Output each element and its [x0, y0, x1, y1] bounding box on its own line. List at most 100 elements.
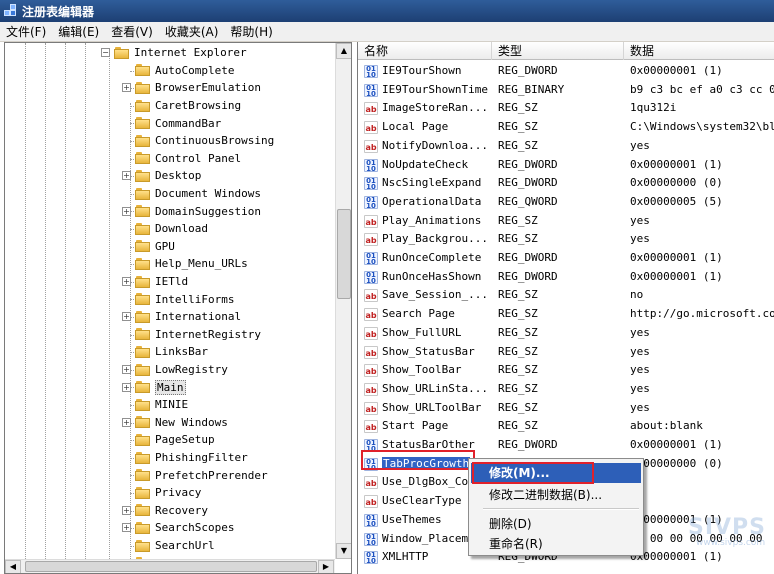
menu-item[interactable]: 文件(F) [0, 22, 52, 42]
context-menu-item[interactable]: 删除(D) [471, 514, 641, 534]
value-type: REG_DWORD [498, 438, 558, 451]
tree-node[interactable]: + Main [122, 378, 186, 396]
tree-node[interactable]: Help_Menu_URLs [122, 255, 248, 273]
value-row[interactable]: ab Local Page REG_SZ C:\Windows\system32\bl… [358, 118, 774, 137]
scroll-left-arrow-icon[interactable]: ◀ [5, 560, 21, 573]
tree-horizontal-scrollbar[interactable]: ◀ ▶ [5, 559, 335, 573]
scroll-down-arrow-icon[interactable]: ▼ [336, 543, 351, 559]
expand-icon[interactable]: + [122, 171, 131, 181]
value-row[interactable]: 01 10 OperationalData REG_QWORD 0x00000005 (… [358, 193, 774, 212]
value-row[interactable]: 01 10 RunOnceHasShown REG_DWORD 0x00000001 (… [358, 268, 774, 287]
tree-node[interactable]: PrefetchPrerender [122, 466, 268, 484]
expand-icon[interactable]: + [122, 277, 131, 287]
tree-node[interactable]: Control Panel [122, 150, 241, 168]
tree-node-internet-explorer[interactable]: − Internet Explorer [101, 44, 247, 62]
value-row[interactable]: 01 10 NoUpdateCheck REG_DWORD 0x00000001 (1) [358, 156, 774, 175]
window-title: 注册表编辑器 [22, 4, 95, 19]
expand-icon[interactable]: + [122, 505, 131, 515]
context-menu-item[interactable]: 修改(M)... [471, 463, 641, 483]
value-row[interactable]: 01 10 NscSingleExpand REG_DWORD 0x00000000 (… [358, 174, 774, 193]
tree-node[interactable]: + BrowserEmulation [122, 79, 261, 97]
expand-icon[interactable]: + [122, 312, 131, 322]
folder-icon [135, 433, 151, 446]
value-row[interactable]: 01 10 IE9TourShownTime REG_BINARY b9 c3 bc e… [358, 81, 774, 100]
binary-value-icon: 01 10 [364, 270, 378, 284]
menu-item[interactable]: 收藏夹(A) [159, 22, 225, 42]
value-name: Show_URLinSta... [382, 381, 488, 395]
value-row[interactable]: ab Show_URLinSta... REG_SZ yes [358, 380, 774, 399]
column-header-type[interactable]: 类型 [492, 42, 624, 60]
tree-node-label: InternetRegistry [155, 327, 261, 341]
expand-icon[interactable]: + [122, 365, 131, 375]
scroll-thumb[interactable] [337, 209, 351, 299]
scroll-up-arrow-icon[interactable]: ▲ [336, 43, 351, 59]
tree-node[interactable]: + LowRegistry [122, 361, 228, 379]
tree-node[interactable]: GPU [122, 238, 175, 256]
tree-node[interactable]: CaretBrowsing [122, 97, 241, 115]
value-row[interactable]: ab Play_Backgrou... REG_SZ yes [358, 230, 774, 249]
tree-node[interactable]: Privacy [122, 484, 201, 502]
tree-node[interactable]: Document Windows [122, 185, 261, 203]
tree-node[interactable]: + New Windows [122, 414, 228, 432]
tree-node[interactable]: IntelliForms [122, 290, 234, 308]
value-row[interactable]: ab Start Page REG_SZ about:blank [358, 417, 774, 436]
tree-node[interactable]: PhishingFilter [122, 449, 248, 467]
tree-node[interactable]: + DomainSuggestion [122, 202, 261, 220]
value-name-cell: NscSingleExpand [382, 174, 492, 193]
tree-node[interactable]: LinksBar [122, 343, 208, 361]
column-header-name[interactable]: 名称 [358, 42, 492, 60]
value-row[interactable]: ab Play_Animations REG_SZ yes [358, 212, 774, 231]
tree-node[interactable]: + IETld [122, 273, 188, 291]
value-name-cell: IE9TourShown [382, 62, 492, 81]
key-tree-pane[interactable]: − Internet Explorer AutoComplete + BrowserEm… [4, 42, 352, 574]
tree-node[interactable]: PageSetup [122, 431, 215, 449]
tree-node[interactable]: AutoComplete [122, 62, 234, 80]
value-row[interactable]: ab Show_URLToolBar REG_SZ yes [358, 399, 774, 418]
value-row[interactable]: ab Save_Session_... REG_SZ no [358, 286, 774, 305]
collapse-icon[interactable]: − [101, 48, 110, 58]
value-name: OperationalData [382, 194, 482, 208]
tree-node[interactable]: Download [122, 220, 208, 238]
tree-node[interactable]: InternetRegistry [122, 326, 261, 344]
value-row[interactable]: ab Show_ToolBar REG_SZ yes [358, 361, 774, 380]
expand-icon[interactable]: + [122, 382, 131, 392]
tree-node[interactable]: ContinuousBrowsing [122, 132, 274, 150]
value-row[interactable]: 01 10 IE9TourShown REG_DWORD 0x00000001 (1) [358, 62, 774, 81]
folder-icon [135, 99, 151, 112]
tree-vertical-scrollbar[interactable]: ▲ ▼ [335, 43, 351, 559]
tree-node[interactable]: + International [122, 308, 241, 326]
scroll-right-arrow-icon[interactable]: ▶ [318, 560, 334, 573]
tree-node[interactable]: MINIE [122, 396, 188, 414]
column-header-data[interactable]: 数据 [624, 42, 774, 60]
value-row[interactable]: ab ImageStoreRan... REG_SZ 1qu312i [358, 99, 774, 118]
tree-node[interactable]: CommandBar [122, 114, 221, 132]
menu-item[interactable]: 帮助(H) [224, 22, 278, 42]
value-row[interactable]: ab Show_FullURL REG_SZ yes [358, 324, 774, 343]
value-row[interactable]: ab Show_StatusBar REG_SZ yes [358, 343, 774, 362]
value-row[interactable]: 01 10 StatusBarOther REG_DWORD 0x00000001 (1… [358, 436, 774, 455]
value-name-cell: RunOnceHasShown [382, 268, 492, 287]
folder-icon [135, 64, 151, 77]
horizontal-scroll-thumb[interactable] [25, 561, 317, 572]
context-menu-item[interactable]: 修改二进制数据(B)... [471, 485, 641, 505]
tree-node[interactable]: SearchUrl [122, 537, 215, 555]
context-menu[interactable]: 修改(M)... 修改二进制数据(B)... 删除(D) 重命名(R) [468, 458, 644, 556]
menu-item[interactable]: 查看(V) [105, 22, 159, 42]
tree-node[interactable]: + SearchScopes [122, 519, 234, 537]
expand-icon[interactable]: + [122, 83, 131, 93]
expand-icon[interactable]: + [122, 417, 131, 427]
string-value-icon: ab [364, 102, 378, 116]
key-tree[interactable]: − Internet Explorer AutoComplete + BrowserEm… [5, 43, 335, 559]
expand-icon[interactable]: + [122, 523, 131, 533]
tree-node-label: CommandBar [155, 116, 222, 130]
expand-icon[interactable]: + [122, 206, 131, 216]
menu-item[interactable]: 编辑(E) [52, 22, 105, 42]
tree-node-label: Help_Menu_URLs [155, 257, 248, 271]
tree-node[interactable]: + Recovery [122, 502, 208, 520]
title-bar[interactable]: 注册表编辑器 [0, 0, 774, 22]
value-row[interactable]: ab NotifyDownloa... REG_SZ yes [358, 137, 774, 156]
value-row[interactable]: ab Search Page REG_SZ http://go.microsoft.c… [358, 305, 774, 324]
tree-node[interactable]: + Desktop [122, 167, 201, 185]
context-menu-item[interactable]: 重命名(R) [471, 534, 641, 554]
value-row[interactable]: 01 10 RunOnceComplete REG_DWORD 0x00000001 (… [358, 249, 774, 268]
